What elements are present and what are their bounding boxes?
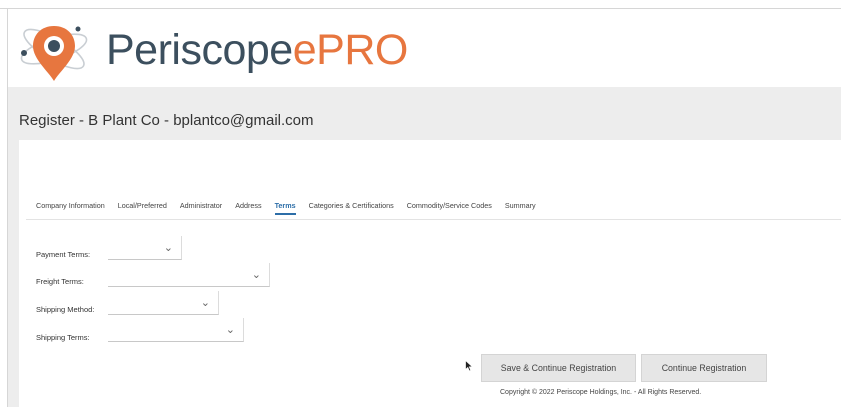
save-continue-registration-button[interactable]: Save & Continue Registration [481,354,636,382]
brand-name: PeriscopeePRO [106,29,408,72]
tab-local-preferred[interactable]: Local/Preferred [118,201,167,215]
copyright-text: Copyright © 2022 Periscope Holdings, Inc… [500,389,702,396]
brand-name-part1: Periscope [106,26,293,74]
payment-terms-label: Payment Terms: [36,250,91,259]
tab-address[interactable]: Address [235,201,261,215]
periscope-logo-icon [20,26,88,81]
shipping-terms-label: Shipping Terms: [36,333,90,342]
shipping-terms-select[interactable]: ⌄ [108,318,244,342]
chevron-down-icon: ⌄ [225,324,235,336]
shipping-method-select[interactable]: ⌄ [108,291,219,315]
freight-terms-select[interactable]: ⌄ [108,263,270,287]
tab-terms[interactable]: Terms [274,201,296,215]
continue-registration-button[interactable]: Continue Registration [641,354,767,382]
freight-terms-label: Freight Terms: [36,277,84,286]
tab-administrator[interactable]: Administrator [180,201,222,215]
tab-summary[interactable]: Summary [505,201,536,215]
page-title: Register - B Plant Co - bplantco@gmail.c… [19,112,314,129]
tab-commodity-service-codes[interactable]: Commodity/Service Codes [407,201,492,215]
shipping-method-label: Shipping Method: [36,305,95,314]
app-header: PeriscopeePRO [8,9,841,87]
tab-categories-certifications[interactable]: Categories & Certifications [309,201,394,215]
tab-company-information[interactable]: Company Information [36,201,105,215]
tab-divider [26,219,841,220]
chevron-down-icon: ⌄ [200,297,210,309]
chevron-down-icon: ⌄ [163,242,173,254]
registration-tabs: Company Information Local/Preferred Admi… [36,201,549,215]
mouse-cursor-icon [465,360,474,372]
payment-terms-select[interactable]: ⌄ [108,236,182,260]
chevron-down-icon: ⌄ [251,269,261,281]
brand-name-part2: ePRO [292,26,409,74]
